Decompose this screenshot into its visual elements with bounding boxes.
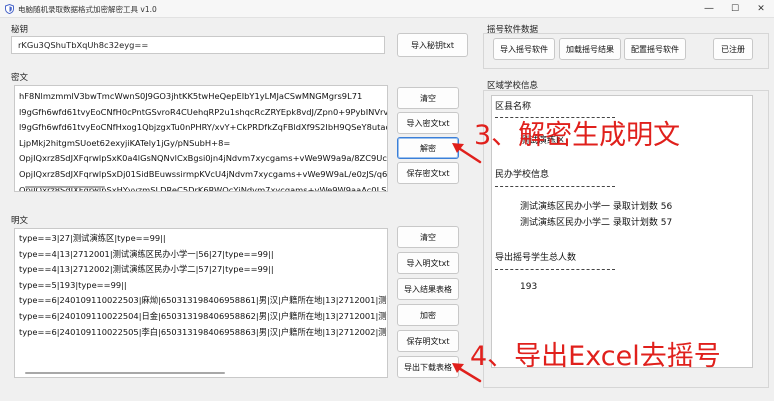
plaintext-line: type==4|13|2712001|测试演练区民办小学一|56|27|type… [19,248,274,259]
import-result-table-button[interactable]: 导入结果表格 [397,278,459,300]
ciphertext-textarea[interactable]: hF8NlmzmmlV3bwTmcWwnS0J9GO3jhtKK5twHeQep… [14,85,388,192]
county-heading: 区县名称 [495,102,532,112]
ciphertext-line: LjpMkj2hitgmSUoet62exyjiKATely1jGy/pNSub… [19,137,231,148]
import-ciphertext-button[interactable]: 导入密文txt [397,112,459,134]
plaintext-line: type==3|27|测试演练区|type==99|| [19,233,166,243]
configure-lottery-software-button[interactable]: 配置摇号软件 [624,38,686,60]
clear-plaintext-button[interactable]: 清空 [397,226,459,248]
shield-icon [5,4,14,14]
divider [495,269,615,271]
import-plaintext-button[interactable]: 导入明文txt [397,252,459,274]
plaintext-line: type==4|13|2712002|测试演练区民办小学二|57|27|type… [19,264,274,275]
clear-ciphertext-button[interactable]: 清空 [397,87,459,109]
title-bar: 电脑随机录取数据格式加密解密工具 v1.0 — ☐ ✕ [0,0,774,18]
annotation-step3: 3、解密生成明文 [474,120,681,151]
load-lottery-result-button[interactable]: 加载摇号结果 [559,38,621,60]
plaintext-textarea[interactable]: type==3|27|测试演练区|type==99|| type==4|13|2… [14,228,388,378]
secret-key-input[interactable]: rKGu3QShuTbXqUh8c32eyg== [11,36,385,54]
ciphertext-label: 密文 [11,73,29,83]
plaintext-scrollbar[interactable] [25,372,225,374]
ciphertext-line: OpjIQxrz8SdJXFqrwlpSxK0a4lGsNQNvlCxBgsi0… [19,153,388,164]
maximize-button[interactable]: ☐ [722,0,748,18]
school-heading: 民办学校信息 [495,170,550,180]
minimize-button[interactable]: — [696,0,722,18]
save-plaintext-button[interactable]: 保存明文txt [397,330,459,352]
plaintext-line: type==6|240109110022503|麻㶭|6503131984069… [19,295,387,306]
ciphertext-line: l9gGfh6wfd61tvyEoCNfH0cPntGSvroR4CUehqRP… [19,106,388,117]
annotation-arrow-icon [452,143,482,164]
ciphertext-line: l9gGfh6wfd61tvyEoCNfHxog1QbjzgxTu0nPHRY/… [19,122,388,133]
import-key-button[interactable]: 导入秘钥txt [397,33,468,57]
school-item: 测试演练区民办小学二 录取计划数 57 [520,218,673,228]
plaintext-label: 明文 [11,216,29,226]
annotation-arrow-icon [452,363,482,383]
plaintext-lines: type==3|27|测试演练区|type==99|| type==4|13|2… [19,231,387,340]
divider [495,186,615,188]
registered-button[interactable]: 已注册 [713,38,753,60]
close-button[interactable]: ✕ [748,0,774,18]
total-heading: 导出摇号学生总人数 [495,253,577,263]
secret-key-value: rKGu3QShuTbXqUh8c32eyg== [18,40,149,50]
plaintext-line: type==6|240109110022504|日金|6503131984069… [19,310,387,321]
school-item: 测试演练区民办小学一 录取计划数 56 [520,202,673,212]
total-value: 193 [520,282,538,292]
encrypt-button[interactable]: 加密 [397,304,459,326]
ciphertext-line: OpjIQxrz8SdJXFqrwlpSxDj01SidBEuwssirmpKV… [19,168,388,179]
annotation-step4: 4、导出Excel去摇号 [470,341,721,372]
plaintext-line: type==5|193|type==99|| [19,279,127,290]
ciphertext-scrollbar[interactable] [25,186,105,188]
ciphertext-lines: hF8NlmzmmlV3bwTmcWwnS0J9GO3jhtKK5twHeQep… [19,89,388,191]
plaintext-line: type==6|240109110022505|李白|6503131984069… [19,326,387,337]
ciphertext-line: hF8NlmzmmlV3bwTmcWwnS0J9GO3jhtKK5twHeQep… [19,91,363,101]
window-title: 电脑随机录取数据格式加密解密工具 v1.0 [18,5,157,14]
import-lottery-software-button[interactable]: 导入摇号软件 [493,38,555,60]
secret-key-label: 秘钥 [11,25,29,35]
